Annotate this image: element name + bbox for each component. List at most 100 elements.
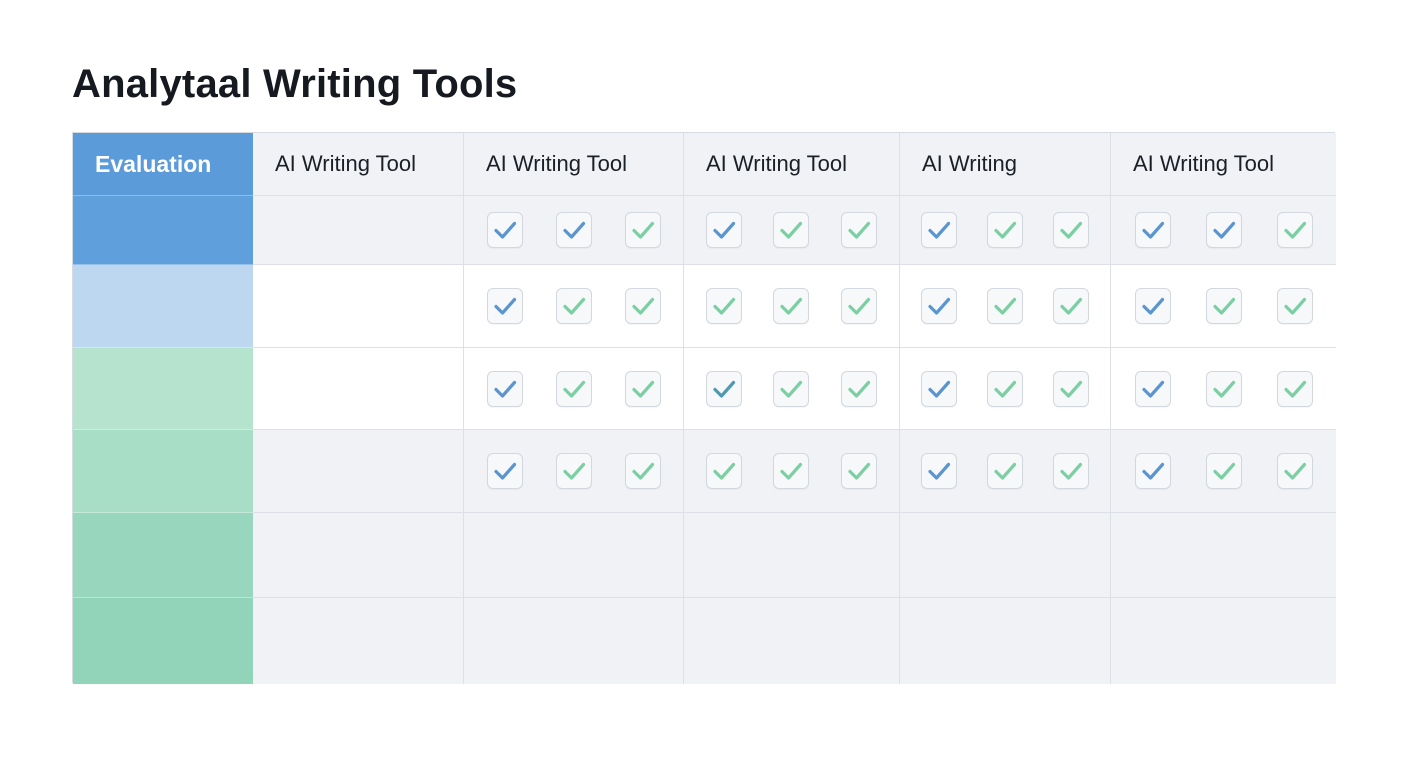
- checkmark-icon: [1141, 297, 1164, 315]
- checkmark-icon: [562, 462, 585, 480]
- checkbox[interactable]: [1134, 212, 1171, 248]
- checkmark-icon: [928, 462, 951, 480]
- checkmark-icon: [1212, 462, 1235, 480]
- checkmark-icon: [848, 462, 871, 480]
- checkmark-icon: [848, 380, 871, 398]
- checkbox[interactable]: [1276, 453, 1313, 489]
- checkmark-icon: [1141, 462, 1164, 480]
- checkbox[interactable]: [773, 370, 810, 407]
- checkbox[interactable]: [841, 288, 878, 324]
- checkbox[interactable]: [1134, 288, 1171, 324]
- checkmark-icon: [780, 462, 803, 480]
- checkbox[interactable]: [773, 212, 810, 248]
- checkbox[interactable]: [987, 370, 1023, 407]
- checkbox[interactable]: [624, 288, 661, 324]
- checkmark-icon: [994, 297, 1017, 315]
- table-cell: [684, 348, 900, 430]
- checkbox[interactable]: [921, 453, 957, 489]
- checkbox[interactable]: [841, 212, 878, 248]
- checkmark-icon: [493, 297, 516, 315]
- checkbox[interactable]: [705, 453, 742, 489]
- table-cell: [684, 265, 900, 348]
- checkbox[interactable]: [1053, 212, 1089, 248]
- checkbox[interactable]: [1134, 370, 1171, 407]
- checkmark-icon: [1212, 297, 1235, 315]
- checkmark-icon: [1212, 221, 1235, 239]
- checkbox[interactable]: [486, 453, 523, 489]
- table-cell: [684, 430, 900, 513]
- checkbox[interactable]: [1205, 288, 1242, 324]
- evaluation-row-2: [73, 265, 253, 348]
- checkbox[interactable]: [705, 212, 742, 248]
- checkbox[interactable]: [773, 288, 810, 324]
- checkbox[interactable]: [773, 453, 810, 489]
- table-cell: [900, 196, 1111, 265]
- checkbox[interactable]: [705, 288, 742, 324]
- checkbox[interactable]: [1276, 288, 1313, 324]
- checkmark-icon: [1141, 380, 1164, 398]
- table-cell: [464, 513, 684, 598]
- checkmark-icon: [631, 462, 654, 480]
- checkbox[interactable]: [841, 453, 878, 489]
- checkbox[interactable]: [987, 288, 1023, 324]
- checkmark-icon: [562, 380, 585, 398]
- checkbox[interactable]: [705, 370, 742, 407]
- checkbox[interactable]: [921, 288, 957, 324]
- table-cell: [464, 348, 684, 430]
- checkmark-icon: [631, 221, 654, 239]
- checkbox[interactable]: [486, 212, 523, 248]
- table-cell: [464, 196, 684, 265]
- checkmark-icon: [994, 462, 1017, 480]
- table-cell: [900, 348, 1111, 430]
- checkbox[interactable]: [1205, 212, 1242, 248]
- table-cell: [684, 196, 900, 265]
- evaluation-row-1: [73, 196, 253, 265]
- checkmark-icon: [928, 221, 951, 239]
- checkmark-icon: [1060, 297, 1083, 315]
- checkmark-icon: [1060, 380, 1083, 398]
- evaluation-row-3: [73, 348, 253, 430]
- table-cell: [253, 598, 464, 684]
- checkbox[interactable]: [1276, 370, 1313, 407]
- checkmark-icon: [1283, 221, 1306, 239]
- table-cell: [253, 430, 464, 513]
- checkbox[interactable]: [921, 370, 957, 407]
- checkbox[interactable]: [987, 453, 1023, 489]
- table-cell: [684, 598, 900, 684]
- column-header-3: AI Writing Tool: [684, 133, 900, 196]
- checkbox[interactable]: [1205, 453, 1242, 489]
- checkbox[interactable]: [1134, 453, 1171, 489]
- checkbox[interactable]: [841, 370, 878, 407]
- checkmark-icon: [994, 380, 1017, 398]
- checkbox[interactable]: [624, 370, 661, 407]
- checkbox[interactable]: [921, 212, 957, 248]
- checkmark-icon: [848, 221, 871, 239]
- checkbox[interactable]: [555, 288, 592, 324]
- checkbox[interactable]: [1053, 453, 1089, 489]
- checkbox[interactable]: [987, 212, 1023, 248]
- checkbox[interactable]: [624, 212, 661, 248]
- table-cell: [900, 598, 1111, 684]
- checkbox[interactable]: [1053, 370, 1089, 407]
- checkbox[interactable]: [486, 370, 523, 407]
- checkbox[interactable]: [555, 453, 592, 489]
- column-header-1: AI Writing Tool: [253, 133, 464, 196]
- checkbox[interactable]: [486, 288, 523, 324]
- table-cell: [1111, 598, 1336, 684]
- checkbox[interactable]: [555, 212, 592, 248]
- evaluation-row-4: [73, 430, 253, 513]
- checkmark-icon: [631, 380, 654, 398]
- table-cell: [253, 265, 464, 348]
- checkmark-icon: [1283, 380, 1306, 398]
- checkbox[interactable]: [1053, 288, 1089, 324]
- checkmark-icon: [928, 380, 951, 398]
- checkbox[interactable]: [1205, 370, 1242, 407]
- checkmark-icon: [1283, 297, 1306, 315]
- checkbox[interactable]: [624, 453, 661, 489]
- checkbox[interactable]: [555, 370, 592, 407]
- checkmark-icon: [493, 462, 516, 480]
- page-title: Analytaal Writing Tools: [72, 62, 518, 106]
- table-cell: [900, 265, 1111, 348]
- table-cell: [464, 598, 684, 684]
- checkbox[interactable]: [1276, 212, 1313, 248]
